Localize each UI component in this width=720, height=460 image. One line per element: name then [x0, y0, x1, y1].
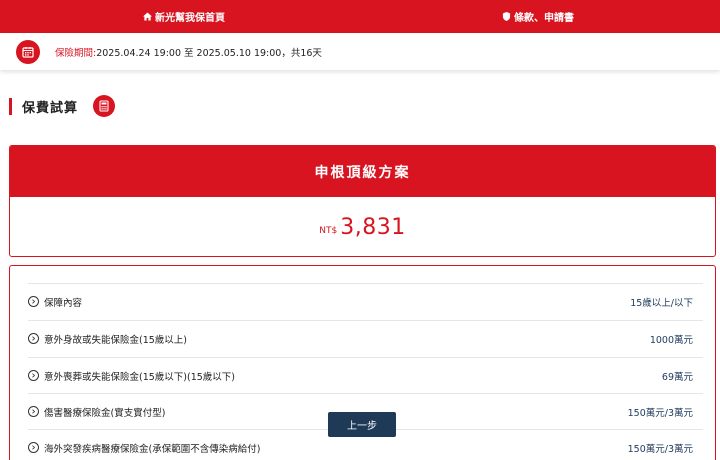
plan-name: 申根頂級方案 — [10, 146, 715, 197]
plan-price: NT$ 3,831 — [10, 197, 715, 256]
chevron-right-icon — [28, 370, 39, 381]
coverage-value: 15歲以上/以下 — [630, 297, 693, 309]
coverage-value: 1000萬元 — [649, 334, 693, 346]
calendar-icon — [16, 40, 40, 64]
coverage-value: 150萬元/3萬元 — [627, 407, 693, 419]
home-link[interactable]: 新光幫我保首頁 — [143, 0, 225, 33]
insurance-period-label: 保險期間: — [55, 48, 97, 59]
chevron-right-icon — [28, 442, 39, 453]
shield-icon — [502, 12, 511, 21]
coverage-name: 保障內容 — [44, 297, 83, 309]
coverage-name: 傷害醫療保險金(實支實付型) — [44, 407, 166, 419]
coverage-name: 意外身故或失能保險金(15歲以上) — [44, 334, 188, 346]
price-currency: NT$ — [319, 226, 338, 236]
insurance-period-bar: 保險期間:2025.04.24 19:00 至 2025.05.10 19:00… — [0, 33, 720, 70]
terms-link[interactable]: 條款、申請書 — [502, 0, 574, 33]
coverage-row[interactable]: 意外身故或失能保險金(15歲以上) 1000萬元 — [28, 320, 703, 356]
chevron-right-icon — [28, 296, 39, 307]
section-title: 保費試算 — [9, 97, 78, 116]
calculator-icon — [93, 95, 115, 117]
top-nav-bar: 新光幫我保首頁 條款、申請書 — [0, 0, 720, 33]
coverage-value: 150萬元/3萬元 — [627, 443, 693, 455]
insurance-period-value: 2025.04.24 19:00 至 2025.05.10 19:00，共16天 — [96, 48, 322, 59]
chevron-right-icon — [28, 333, 39, 344]
previous-step-button[interactable]: 上一步 — [328, 412, 396, 437]
coverage-value: 69萬元 — [661, 371, 693, 383]
section-title-bar — [9, 98, 12, 115]
price-value: 3,831 — [340, 214, 406, 240]
coverage-row[interactable]: 意外喪葬或失能保險金(15歲以下)(15歲以下) 69萬元 — [28, 357, 703, 393]
section-title-text: 保費試算 — [22, 101, 79, 116]
home-icon — [143, 12, 152, 21]
coverage-name: 海外突發疾病醫療保險金(承保範圍不含傳染病給付) — [44, 443, 261, 455]
insurance-period-text: 保險期間:2025.04.24 19:00 至 2025.05.10 19:00… — [55, 45, 322, 59]
terms-link-label: 條款、申請書 — [514, 13, 574, 24]
chevron-right-icon — [28, 406, 39, 417]
coverage-name: 意外喪葬或失能保險金(15歲以下)(15歲以下) — [44, 371, 236, 383]
home-link-label: 新光幫我保首頁 — [155, 13, 225, 24]
plan-card: 申根頂級方案 NT$ 3,831 — [9, 145, 716, 257]
coverage-row[interactable]: 保障內容 15歲以上/以下 — [28, 283, 703, 319]
